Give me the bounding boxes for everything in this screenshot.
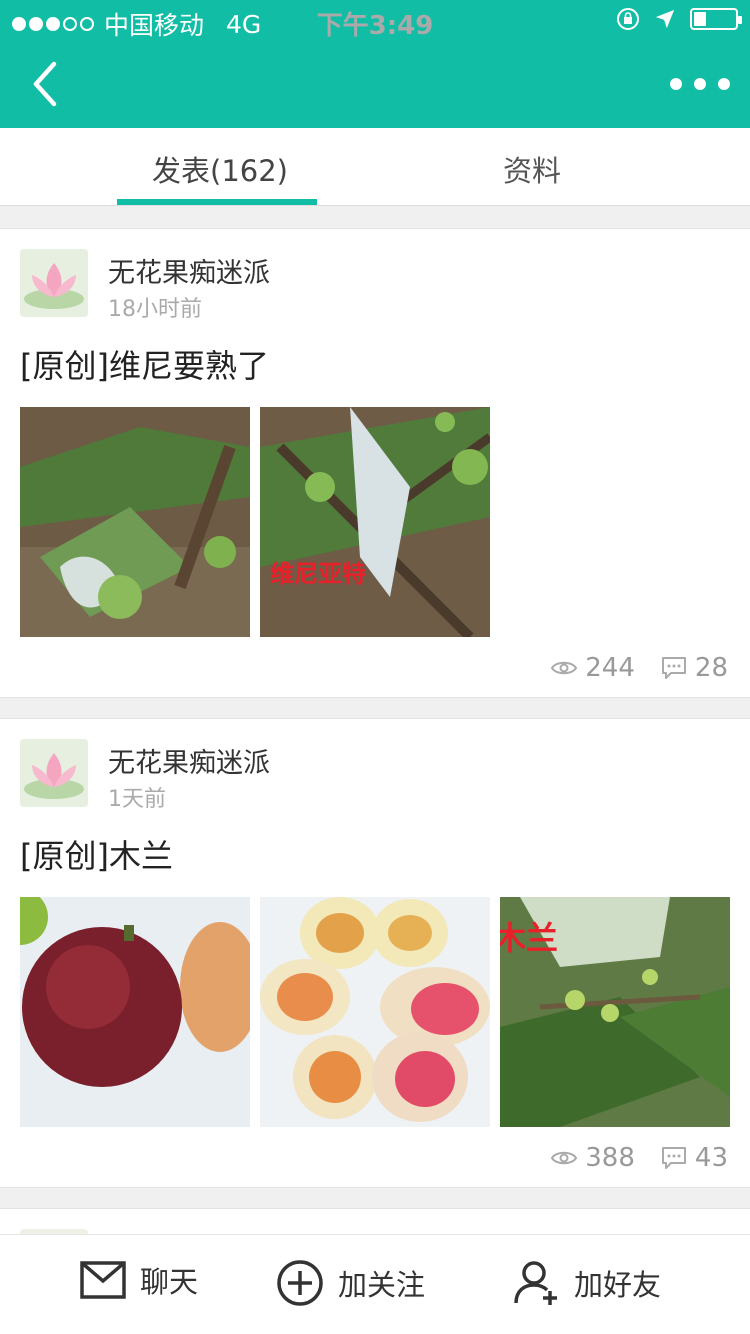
nav-bar [0, 40, 750, 128]
battery-fill [694, 12, 706, 26]
add-friend-button[interactable]: 加好友 [512, 1259, 661, 1307]
author-name[interactable]: 无花果痴迷派 [108, 741, 270, 780]
post-time: 1天前 [108, 787, 166, 812]
chat-button[interactable]: 聊天 [80, 1259, 198, 1301]
post-time: 18小时前 [108, 297, 202, 322]
post-title[interactable]: [原创]木兰 [20, 831, 173, 877]
post-stats: 244 28 [551, 653, 728, 683]
add-friend-label: 加好友 [574, 1268, 662, 1302]
image-overlay-text: 维尼亚特 [270, 560, 366, 588]
add-user-icon [514, 1261, 557, 1305]
comment-count: 28 [694, 653, 728, 683]
image-overlay-text: 木兰 [500, 920, 558, 956]
post-image[interactable] [260, 897, 490, 1127]
avatar[interactable] [20, 249, 88, 317]
post-image[interactable]: 木兰 [500, 897, 730, 1127]
follow-label: 加关注 [338, 1268, 426, 1302]
comment-icon [661, 1147, 686, 1169]
top-header: 中国移动 4G 下午3:49 [0, 0, 750, 128]
screen: 中国移动 4G 下午3:49 发表(162) 资料 无花果痴迷派 18小时前 [… [0, 0, 750, 1334]
post-image[interactable] [20, 407, 250, 637]
comment-count: 43 [694, 1143, 728, 1173]
view-count: 388 [585, 1143, 635, 1173]
profile-tabs: 发表(162) 资料 [0, 128, 750, 206]
view-count: 244 [585, 653, 635, 683]
tab-profile-info[interactable]: 资料 [503, 148, 561, 190]
bottom-action-bar: 聊天 加关注 加好友 [0, 1234, 750, 1334]
plus-circle-icon [277, 1260, 323, 1306]
eye-icon [551, 1151, 578, 1165]
post-card[interactable]: 无花果痴迷派 18小时前 [原创]维尼要熟了 维尼亚特 244 28 [0, 228, 750, 698]
chat-label: 聊天 [140, 1265, 199, 1299]
mail-icon [80, 1261, 126, 1299]
post-stats: 388 43 [551, 1143, 728, 1173]
comment-icon [661, 657, 686, 679]
more-horizontal-icon[interactable] [670, 64, 730, 104]
location-arrow-icon [655, 9, 675, 29]
follow-button[interactable]: 加关注 [276, 1259, 425, 1307]
status-bar: 中国移动 4G 下午3:49 [0, 0, 750, 41]
author-name[interactable]: 无花果痴迷派 [108, 251, 270, 290]
eye-icon [551, 661, 578, 675]
avatar[interactable] [20, 739, 88, 807]
battery-icon [690, 8, 742, 30]
active-tab-indicator [117, 199, 317, 205]
post-image[interactable]: 维尼亚特 [260, 407, 490, 637]
post-title[interactable]: [原创]维尼要熟了 [20, 341, 269, 387]
post-card[interactable]: 无花果痴迷派 1天前 [原创]木兰 木兰 388 43 [0, 718, 750, 1188]
chevron-left-icon[interactable] [26, 58, 66, 110]
post-image[interactable] [20, 897, 250, 1127]
tab-posts[interactable]: 发表(162) [152, 148, 288, 190]
orientation-lock-icon [617, 8, 639, 30]
